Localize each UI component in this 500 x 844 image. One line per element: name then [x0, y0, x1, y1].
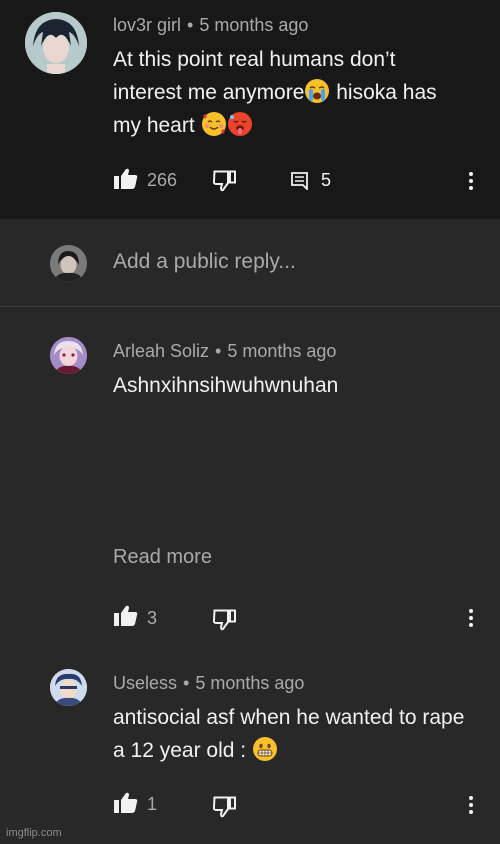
author-name[interactable]: lov3r girl	[113, 15, 181, 35]
read-more-link[interactable]: Read more	[113, 546, 212, 569]
loudly-crying-face-icon	[305, 79, 330, 103]
like-button[interactable]	[114, 168, 138, 195]
user-avatar-icon	[50, 245, 87, 282]
author-name[interactable]: Arleah Soliz	[113, 341, 209, 361]
dislike-button[interactable]	[212, 796, 237, 823]
thumbs-down-icon	[212, 170, 236, 192]
comment-meta: Useless • 5 months ago	[113, 673, 304, 694]
timestamp[interactable]: 5 months ago	[199, 15, 308, 35]
grimacing-face-icon	[252, 737, 277, 761]
character-avatar-icon	[50, 669, 87, 706]
anime-avatar-icon	[25, 12, 87, 74]
comment-text: At this point real humans don’t interest…	[113, 43, 453, 142]
thumbs-up-icon	[114, 792, 138, 813]
thumbs-up-icon	[114, 605, 138, 626]
comment-text-body: antisocial asf when he wanted to rape a …	[113, 706, 465, 762]
reply-button[interactable]	[291, 172, 309, 195]
reply-input[interactable]: Add a public reply...	[113, 250, 296, 274]
timestamp[interactable]: 5 months ago	[195, 673, 304, 693]
character-avatar-icon	[50, 337, 87, 374]
author-name[interactable]: Useless	[113, 673, 177, 693]
like-count: 1	[147, 794, 158, 814]
thumbs-down-icon	[212, 609, 236, 631]
dislike-button[interactable]	[212, 609, 237, 636]
highlighted-comment: lov3r girl • 5 months ago At this point re…	[0, 0, 500, 219]
like-button[interactable]	[114, 792, 138, 819]
comment-text: Ashnxihnsihwuhwnuhan	[113, 374, 339, 397]
dislike-button[interactable]	[212, 170, 237, 197]
comment-icon	[291, 172, 308, 192]
user-avatar	[50, 245, 87, 282]
more-options-icon[interactable]	[469, 796, 473, 817]
thumbs-up-icon	[114, 168, 138, 189]
like-count: 266	[147, 170, 178, 190]
comment-text: antisocial asf when he wanted to rape a …	[113, 701, 473, 767]
smiling-face-with-hearts-icon	[201, 112, 226, 136]
avatar[interactable]	[50, 337, 87, 374]
avatar[interactable]	[50, 669, 87, 706]
like-count: 3	[147, 608, 158, 628]
watermark: imgflip.com	[6, 827, 62, 839]
comment-meta: lov3r girl • 5 months ago	[113, 15, 308, 36]
like-button[interactable]	[114, 605, 138, 632]
avatar[interactable]	[25, 12, 87, 74]
separator-dot: •	[183, 673, 190, 693]
thumbs-down-icon	[212, 796, 236, 818]
more-options-icon[interactable]	[469, 172, 473, 193]
timestamp[interactable]: 5 months ago	[227, 341, 336, 361]
separator-dot: •	[187, 15, 194, 35]
hot-face-icon	[227, 112, 252, 136]
reply-count[interactable]: 5	[321, 170, 331, 191]
comment-meta: Arleah Soliz • 5 months ago	[113, 341, 336, 362]
separator-dot: •	[215, 341, 222, 361]
more-options-icon[interactable]	[469, 609, 473, 630]
